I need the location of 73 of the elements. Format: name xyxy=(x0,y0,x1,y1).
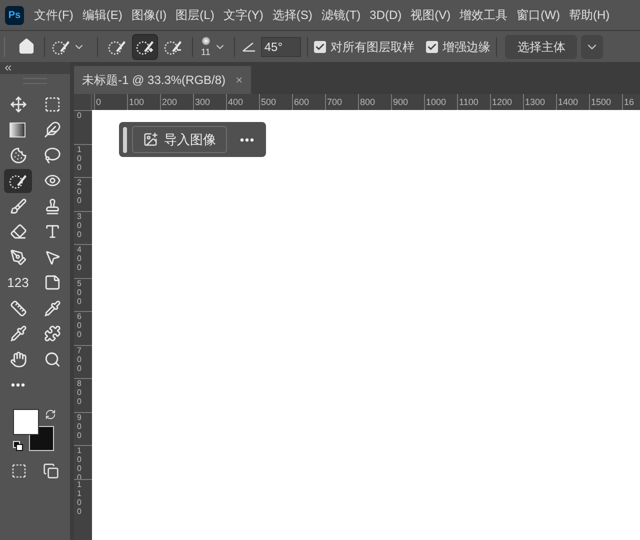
image-add-icon xyxy=(143,132,158,147)
default-colors-icon[interactable] xyxy=(13,440,23,450)
document-title: 未标题-1 @ 33.3%(RGB/8) xyxy=(82,72,226,89)
eraser-icon xyxy=(10,223,26,240)
feather-icon xyxy=(44,121,60,138)
brush-size-picker[interactable]: 11 xyxy=(193,32,234,62)
ruler-label: 100 xyxy=(77,144,82,172)
drag-handle[interactable] xyxy=(123,126,127,152)
screen-mode-icon[interactable] xyxy=(43,462,59,478)
type-icon xyxy=(44,223,60,240)
hand-icon xyxy=(10,350,26,368)
gradient-icon xyxy=(9,120,27,138)
note-icon xyxy=(44,274,60,291)
quick-mask-icon[interactable] xyxy=(11,462,27,478)
color-swatches-drawing[interactable] xyxy=(13,408,54,450)
check-icon xyxy=(315,42,326,52)
ruler-label: 800 xyxy=(77,379,82,406)
import-image-button[interactable]: 导入图像 xyxy=(132,126,227,153)
menu-item[interactable]: 文件(F) xyxy=(34,6,74,24)
collapse-icon[interactable] xyxy=(3,63,13,73)
ruler-label: 900 xyxy=(77,412,82,440)
more-icon xyxy=(11,382,25,386)
more-icon xyxy=(240,138,254,142)
brush-tip-icon xyxy=(202,36,210,44)
color-sampler-icon xyxy=(44,300,60,316)
ruler-label: 1100 xyxy=(77,480,82,516)
ruler-label: 600 xyxy=(77,312,82,339)
move-icon xyxy=(10,96,26,112)
ruler-label: 700 xyxy=(77,346,82,372)
tool-button[interactable] xyxy=(4,168,32,192)
menu-item[interactable]: 图像(I) xyxy=(131,6,167,24)
menu-item[interactable]: 文字(Y) xyxy=(223,6,264,24)
swap-colors-icon[interactable] xyxy=(45,408,56,420)
menu-item[interactable]: 滤镜(T) xyxy=(321,6,361,24)
tool-button[interactable]: 123 xyxy=(4,270,32,294)
ruler-label: 400 xyxy=(77,245,82,272)
menu-item[interactable]: 增效工具 xyxy=(460,6,508,24)
app-logo[interactable]: Ps xyxy=(5,6,24,24)
angle-icon xyxy=(241,40,258,52)
checkbox-label: 对所有图层取样 xyxy=(330,38,414,56)
brush-icon xyxy=(10,198,26,214)
lasso-icon xyxy=(44,146,60,164)
menu-item[interactable]: 窗口(W) xyxy=(516,6,560,24)
menu-item[interactable]: 3D(D) xyxy=(370,6,402,24)
check-icon xyxy=(427,42,438,52)
menu-item[interactable]: 图层(L) xyxy=(176,6,214,24)
eyedropper-icon xyxy=(10,325,26,342)
close-button[interactable]: × xyxy=(236,71,243,89)
ruler-label: 200 xyxy=(77,178,82,205)
selection-mode-button[interactable] xyxy=(132,34,158,60)
checkbox[interactable] xyxy=(314,40,326,52)
menu-item[interactable]: 选择(S) xyxy=(272,6,312,24)
ruler-label: 300 xyxy=(77,212,82,238)
marquee-icon xyxy=(44,96,60,112)
home-icon xyxy=(18,38,34,55)
ruler-icon xyxy=(10,300,26,316)
angle-input[interactable]: 45° xyxy=(261,36,302,56)
pen-icon xyxy=(10,248,26,266)
checkbox[interactable] xyxy=(426,40,438,52)
ruler-label: 500 xyxy=(77,278,82,306)
menu-item[interactable]: 视图(V) xyxy=(410,6,451,24)
menu-item[interactable]: 编辑(E) xyxy=(82,6,122,24)
pointer-icon xyxy=(44,248,60,266)
document-tab[interactable]: 未标题-1 @ 33.3%(RGB/8) × xyxy=(74,66,251,94)
select-subject-button[interactable]: 选择主体 xyxy=(505,34,578,58)
checkbox-label: 增强边缘 xyxy=(442,38,490,56)
dropdown-button[interactable] xyxy=(581,34,604,58)
ruler-label: 0 xyxy=(77,111,82,120)
eye-icon xyxy=(44,172,60,189)
zoom-icon xyxy=(44,350,60,368)
stamp-icon xyxy=(44,198,60,214)
brush-size: 11 xyxy=(201,48,210,56)
menu-item[interactable]: 帮助(H) xyxy=(568,6,610,24)
